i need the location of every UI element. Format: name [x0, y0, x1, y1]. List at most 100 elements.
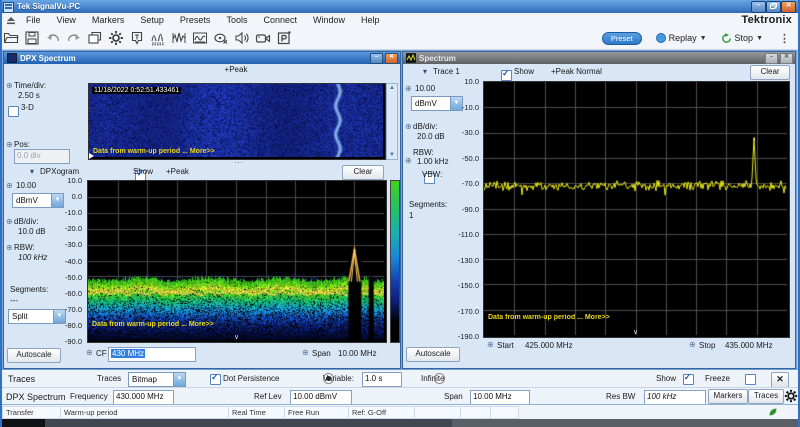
menu-item-setup[interactable]: Setup	[132, 15, 172, 25]
timediv-value[interactable]: 2.50 s	[18, 91, 40, 100]
y-tick-label: -30.0	[65, 240, 82, 249]
windows-icon[interactable]	[84, 28, 105, 48]
camera-icon[interactable]	[252, 28, 273, 48]
trace-detection-label: +Peak Normal	[551, 67, 602, 76]
waveform-icon[interactable]	[168, 28, 189, 48]
redo-icon[interactable]	[63, 28, 84, 48]
resbw-input[interactable]: 100 kHz	[644, 390, 706, 405]
dbdiv-value[interactable]: 10.0 dB	[18, 227, 46, 236]
preset-button[interactable]: Preset	[602, 32, 642, 45]
panel-show-checkbox[interactable]: ✓	[683, 374, 694, 385]
iq-signal-icon[interactable]	[189, 28, 210, 48]
marker-tag-icon[interactable]	[126, 28, 147, 48]
spectrum-warmup-overlay[interactable]: Data from warm-up period ... More>>	[488, 314, 610, 321]
dpxogram-warmup-overlay[interactable]: Data from warm-up period ... More>>	[92, 321, 214, 328]
menu-item-view[interactable]: View	[49, 15, 84, 25]
span-input[interactable]: 10.00 MHz	[470, 390, 530, 405]
pos-knob-icon[interactable]: ⊕	[6, 140, 13, 149]
open-icon[interactable]	[0, 28, 21, 48]
trace-caret-icon[interactable]: ▾	[423, 67, 427, 76]
menu-item-tools[interactable]: Tools	[218, 15, 255, 25]
save-icon[interactable]	[21, 28, 42, 48]
spectrum-dbdiv-knob-icon[interactable]: ⊕	[405, 122, 412, 131]
menu-item-help[interactable]: Help	[353, 15, 388, 25]
traces-field-label: Traces	[97, 374, 121, 383]
menu-item-connect[interactable]: Connect	[255, 15, 305, 25]
stop-value[interactable]: 435.000 MHz	[725, 341, 773, 350]
dpx-minimize-button[interactable]: –	[370, 53, 383, 64]
dpxogram-label: DPXogram	[40, 167, 79, 176]
span-value[interactable]: 10.00 MHz	[338, 349, 377, 358]
menu-item-file[interactable]: File	[18, 15, 49, 25]
spectrogram-warmup-overlay[interactable]: Data from warm-up period ... More>>	[93, 148, 215, 155]
undo-icon[interactable]	[42, 28, 63, 48]
app-menu-icon[interactable]	[6, 16, 16, 25]
spectrum-minimize-button[interactable]: –	[765, 53, 778, 64]
dpxogram-plot[interactable]: Data from warm-up period ... More>> ∨	[87, 180, 387, 343]
spectrum-ref-level-value[interactable]: 10.00	[415, 84, 435, 93]
dpx-autoscale-button[interactable]: Autoscale	[7, 348, 61, 363]
spectrum-clear-button[interactable]: Clear	[750, 65, 790, 80]
spectrogram-scrollbar[interactable]: ▲ ▼	[386, 83, 398, 160]
stop-control[interactable]: Stop ▼	[721, 33, 763, 44]
span-knob-icon[interactable]: ⊕	[302, 348, 309, 357]
cf-label: CF	[96, 349, 107, 358]
close-settings-button[interactable]: ✕	[771, 372, 789, 388]
cf-knob-icon[interactable]: ⊕	[86, 348, 93, 357]
threed-checkbox[interactable]	[8, 106, 19, 117]
dbdiv-knob-icon[interactable]: ⊕	[6, 217, 13, 226]
variable-input[interactable]: 1.0 s	[362, 372, 402, 387]
trace-show-checkbox[interactable]: ✓	[501, 70, 512, 81]
dpxogram-clear-button[interactable]: Clear	[342, 165, 384, 180]
trace-type-arrow-icon: ▼	[173, 373, 185, 386]
ref-level-value[interactable]: 10.00	[16, 181, 36, 190]
menu-item-window[interactable]: Window	[305, 15, 353, 25]
app-titlebar[interactable]: Tek SignalVu-PC – ✕	[0, 0, 800, 13]
reflevel-knob-icon[interactable]: ⊕	[6, 181, 13, 190]
cf-input[interactable]: 430 MHz	[108, 347, 196, 362]
markers-button[interactable]: Markers	[708, 389, 748, 404]
pos-input[interactable]: 0.0 div	[14, 149, 70, 164]
reflev-input[interactable]: 10.00 dBmV	[290, 390, 352, 405]
control-bar: DPX Spectrum Frequency 430.000 MHz Ref L…	[0, 387, 800, 405]
dot-persistence-checkbox[interactable]: ✓	[210, 374, 221, 385]
restore-button[interactable]	[766, 1, 781, 13]
spectrum-autoscale-button[interactable]: Autoscale	[406, 347, 460, 362]
freeze-checkbox[interactable]	[745, 374, 756, 385]
preset-p-icon[interactable]	[273, 28, 294, 48]
spectrum-close-button[interactable]: ✕	[780, 53, 793, 64]
dpx-window-titlebar[interactable]: DPX Spectrum – ✕	[4, 52, 400, 64]
dpxogram-caret-icon[interactable]: ▾	[30, 167, 34, 176]
close-button[interactable]: ✕	[781, 1, 796, 13]
start-knob-icon[interactable]: ⊕	[487, 340, 494, 349]
spectrum-plot[interactable]: Data from warm-up period ... More>> ∨	[483, 81, 790, 338]
replay-control[interactable]: Replay ▼	[656, 33, 707, 43]
stop-knob-icon[interactable]: ⊕	[689, 340, 696, 349]
speaker-icon[interactable]	[231, 28, 252, 48]
spectrum-reflevel-knob-icon[interactable]: ⊕	[405, 84, 412, 93]
timediv-knob-icon[interactable]: ⊕	[6, 81, 13, 90]
start-value[interactable]: 425.000 MHz	[525, 341, 573, 350]
settings-gear-button[interactable]	[784, 389, 798, 403]
dpx-spectrogram-plot[interactable]: 11/18/2022 0:52:51.433461 Data from warm…	[88, 83, 386, 160]
trace-type-select[interactable]: Bitmap ▼	[128, 372, 186, 387]
more-options-icon[interactable]: ⋮	[779, 32, 790, 45]
spectrum-window-title: Spectrum	[419, 54, 456, 63]
pane-splitter-handle[interactable]: ⋯	[234, 157, 244, 168]
dpx-close-button[interactable]: ✕	[385, 53, 398, 64]
rbw-knob-icon[interactable]: ⊕	[6, 243, 13, 252]
frequency-input[interactable]: 430.000 MHz	[113, 390, 174, 405]
dpx-spectrum-icon[interactable]	[147, 28, 168, 48]
traces-button[interactable]: Traces	[748, 389, 784, 404]
touch-icon[interactable]	[210, 28, 231, 48]
menu-item-markers[interactable]: Markers	[84, 15, 133, 25]
scroll-down-icon[interactable]: ▼	[387, 151, 397, 159]
scroll-up-icon[interactable]: ▲	[387, 84, 397, 92]
minimize-button[interactable]: –	[751, 1, 766, 13]
rbw-value[interactable]: 100 kHz	[18, 253, 47, 262]
settings-gear-icon[interactable]	[105, 28, 126, 48]
spectrum-window-titlebar[interactable]: Spectrum – ✕	[403, 52, 795, 64]
spectrum-rbw-knob-icon[interactable]: ⊕	[405, 156, 412, 165]
menu-item-presets[interactable]: Presets	[172, 15, 219, 25]
y-tick-label: -30.0	[462, 128, 479, 137]
